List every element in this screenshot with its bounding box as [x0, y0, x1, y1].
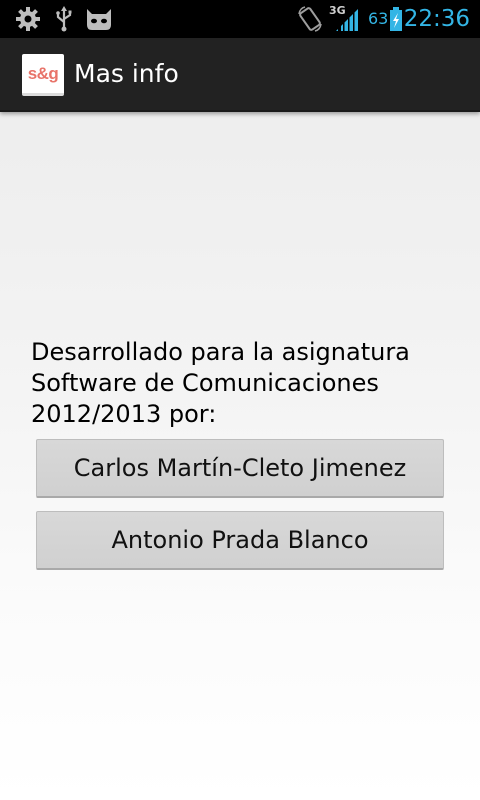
battery-icon	[390, 7, 402, 31]
battery-level-text: 63	[368, 9, 389, 28]
author-button-antonio[interactable]: Antonio Prada Blanco	[36, 511, 444, 570]
screen: 3G 63 22:36 s&g Mas info Desarrollado pa…	[0, 0, 480, 800]
description-text: Desarrollado para la asignatura Software…	[31, 337, 451, 430]
app-logo-text: s&g	[27, 63, 59, 83]
app-logo[interactable]: s&g	[22, 54, 64, 96]
signal-3g-icon	[336, 9, 358, 31]
description-line: 2012/2013 por:	[31, 400, 217, 428]
description-line: Software de Comunicaciones	[31, 369, 379, 397]
rotation-icon	[298, 6, 322, 32]
android-cat-icon	[87, 9, 111, 30]
status-clock: 22:36	[403, 6, 470, 32]
action-bar: s&g Mas info	[0, 38, 480, 112]
status-bar: 3G 63 22:36	[0, 0, 480, 38]
page-title: Mas info	[74, 59, 179, 88]
description-line: Desarrollado para la asignatura	[31, 338, 410, 366]
author-button-carlos[interactable]: Carlos Martín-Cleto Jimenez	[36, 439, 444, 498]
settings-icon	[16, 7, 40, 31]
usb-icon	[56, 6, 72, 32]
